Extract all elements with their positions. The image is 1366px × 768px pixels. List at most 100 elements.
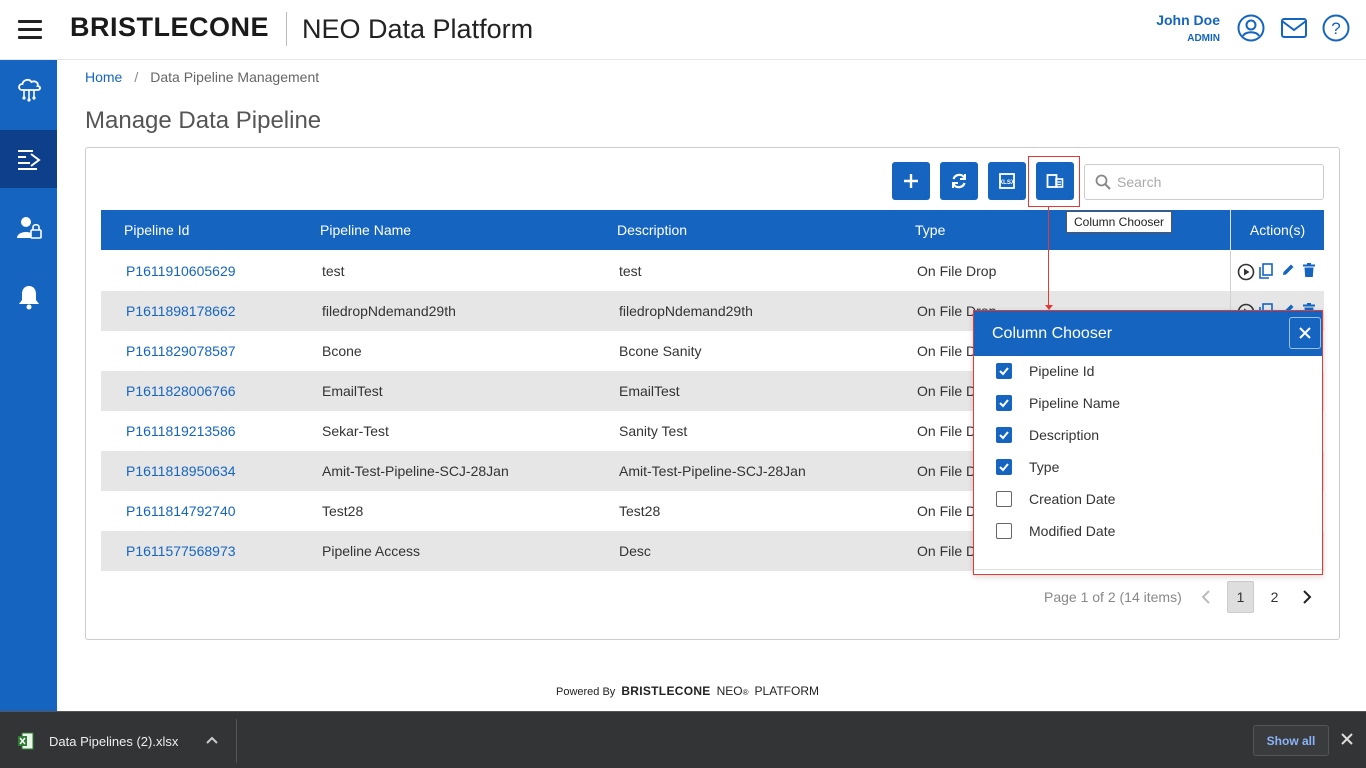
footer-platform: PLATFORM [754,684,819,698]
cloud-data-icon [17,78,41,102]
cell-type: On File Drop [917,263,997,279]
callout-connector [1048,207,1049,308]
cell-pipeline-name: Bcone [322,343,362,359]
footer-neo: NEO [716,684,743,698]
app-header: BRISTLECONE NEO Data Platform John Doe A… [0,0,1366,60]
cell-pipeline-id[interactable]: P1611829078587 [126,343,236,359]
column-header-pipeline-name[interactable]: Pipeline Name [320,222,411,238]
excel-file-icon [18,732,34,750]
breadcrumb: Home / Data Pipeline Management [85,69,319,85]
help-icon[interactable]: ? [1321,13,1351,43]
column-option[interactable]: Type [996,457,1059,477]
cell-pipeline-id[interactable]: P1611814792740 [126,503,236,519]
checkbox-checked[interactable] [996,459,1012,475]
sidebar [0,60,57,711]
account-circle-icon[interactable] [1236,13,1266,43]
download-bar-close[interactable] [1340,732,1354,751]
column-header-description[interactable]: Description [617,222,687,238]
header-divider [286,12,287,46]
cell-description: Bcone Sanity [619,343,702,359]
sidebar-item-users[interactable] [0,199,57,257]
row-actions [1230,251,1324,291]
column-option[interactable]: Pipeline Id [996,361,1094,381]
user-info[interactable]: John Doe ADMIN [1156,12,1220,44]
column-option[interactable]: Creation Date [996,489,1115,509]
table-row[interactable]: P1611910605629 test test On File Drop [101,251,1324,291]
download-menu-button[interactable] [205,733,219,752]
sidebar-item-notifications[interactable] [0,268,57,326]
add-button[interactable] [892,162,930,200]
pagination-page-2[interactable]: 2 [1261,581,1288,613]
column-option-label: Type [1029,459,1060,475]
cell-type: On File D [917,383,977,399]
pagination-info: Page 1 of 2 (14 items) [1044,589,1182,605]
checkbox-checked[interactable] [996,395,1012,411]
column-option[interactable]: Pipeline Name [996,393,1120,413]
column-chooser-tooltip: Column Chooser [1066,211,1173,233]
show-all-button[interactable]: Show all [1253,725,1329,756]
refresh-button[interactable] [940,162,978,200]
edit-icon[interactable] [1281,263,1297,279]
svg-text:XLSX: XLSX [999,180,1015,186]
cell-type: On File D [917,503,977,519]
column-option[interactable]: Description [996,425,1099,445]
cell-pipeline-name: Amit-Test-Pipeline-SCJ-28Jan [322,463,509,479]
pagination-next[interactable] [1293,581,1320,613]
column-header-type[interactable]: Type [915,222,945,238]
sidebar-item-data[interactable] [0,60,57,118]
checkmark-icon [999,431,1009,440]
cell-pipeline-id[interactable]: P1611818950634 [126,463,236,479]
mail-icon[interactable] [1279,13,1309,43]
search-icon [1095,174,1111,190]
download-file-name: Data Pipelines (2).xlsx [49,733,179,749]
cell-pipeline-name: Test28 [322,503,364,519]
search-box[interactable] [1084,164,1324,200]
cell-pipeline-id[interactable]: P1611910605629 [126,263,236,279]
breadcrumb-separator: / [134,69,139,85]
user-admin-icon [16,217,42,239]
checkbox-checked[interactable] [996,363,1012,379]
menu-icon[interactable] [18,20,42,40]
cell-pipeline-name: Sekar-Test [322,423,389,439]
chevron-up-icon [206,736,218,744]
svg-text:?: ? [1331,19,1340,38]
download-item[interactable]: Data Pipelines (2).xlsx [18,730,178,752]
checkbox-checked[interactable] [996,427,1012,443]
column-header-actions: Action(s) [1230,210,1324,250]
export-excel-icon: XLSX [999,173,1015,189]
checkmark-icon [999,399,1009,408]
checkbox-unchecked[interactable] [996,491,1012,507]
cell-type: On File D [917,343,977,359]
brand-logo: BRISTLECONE [70,12,270,42]
pipeline-icon [17,150,41,170]
download-divider [236,719,237,763]
column-chooser-highlight [1028,156,1080,207]
cell-pipeline-id[interactable]: P1611898178662 [126,303,236,319]
cell-type: On File D [917,543,977,559]
column-option-label: Pipeline Name [1029,395,1121,411]
close-button[interactable] [1289,317,1321,349]
cell-pipeline-id[interactable]: P1611828006766 [126,383,236,399]
breadcrumb-home[interactable]: Home [85,69,122,85]
cell-description: filedropNdemand29th [619,303,753,319]
column-option[interactable]: Modified Date [996,521,1115,541]
search-input[interactable] [1117,171,1317,193]
breadcrumb-current: Data Pipeline Management [150,69,320,85]
sidebar-item-pipelines[interactable] [0,130,57,188]
cell-description: test [619,263,642,279]
run-icon[interactable] [1237,263,1254,281]
cell-pipeline-id[interactable]: P1611577568973 [126,543,236,559]
pagination-page-1[interactable]: 1 [1227,581,1254,613]
download-bar: Data Pipelines (2).xlsx Show all [0,711,1366,768]
cell-pipeline-id[interactable]: P1611819213586 [126,423,236,439]
column-header-pipeline-id[interactable]: Pipeline Id [124,222,189,238]
pagination-prev[interactable] [1192,581,1219,613]
close-icon [1299,327,1311,339]
cell-pipeline-name: Pipeline Access [322,543,421,559]
column-option-label: Creation Date [1029,491,1116,507]
delete-icon[interactable] [1302,263,1319,279]
checkbox-unchecked[interactable] [996,523,1012,539]
export-excel-button[interactable]: XLSX [988,162,1026,200]
cell-pipeline-name: EmailTest [322,383,383,399]
copy-icon[interactable] [1258,263,1275,279]
